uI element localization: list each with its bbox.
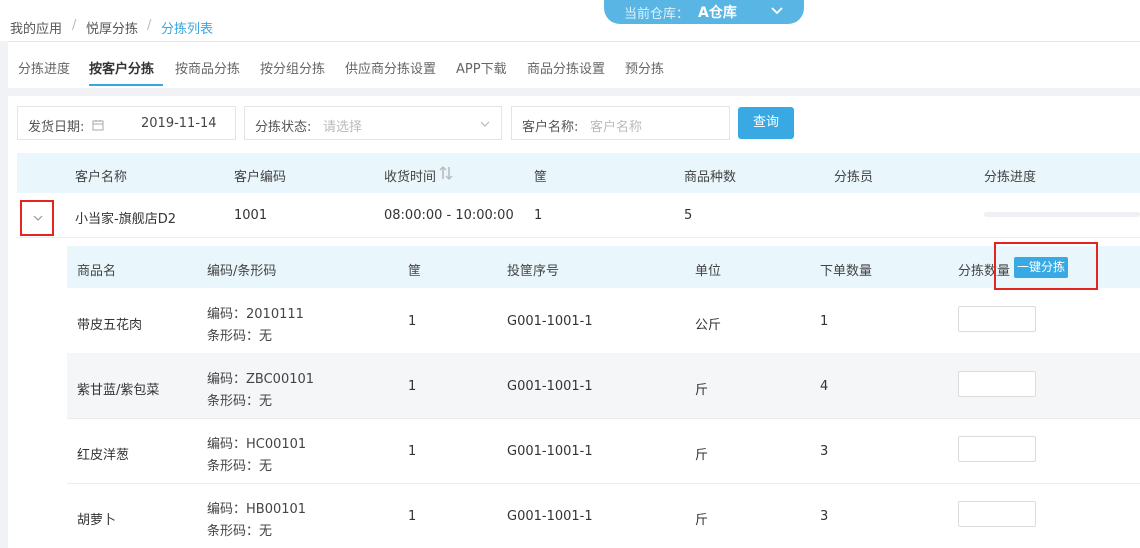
warehouse-label: 当前仓库： bbox=[624, 7, 690, 22]
product-barcode: 条形码：无 bbox=[207, 394, 273, 409]
product-name: 胡萝卜 bbox=[77, 513, 117, 528]
table-row: 紫甘蓝/紫包菜 编码：ZBC00101 条形码：无 1 G001-1001-1 … bbox=[67, 353, 1140, 419]
customer-filter-label: 客户名称: bbox=[522, 120, 579, 135]
product-code: 编码：ZBC00101 bbox=[207, 372, 315, 387]
main-panel: 发货日期: 2019-11-14 分拣状态: 请选择 客户名称: 客户名称 查询… bbox=[8, 96, 1140, 548]
product-barcode: 条形码：无 bbox=[207, 524, 273, 539]
item-unit: 公斤 bbox=[695, 318, 722, 333]
query-button[interactable]: 查询 bbox=[738, 107, 794, 139]
table-row: 带皮五花肉 编码：2010111 条形码：无 1 G001-1001-1 公斤 … bbox=[67, 288, 1140, 354]
product-barcode: 条形码：无 bbox=[207, 459, 273, 474]
order-qty: 1 bbox=[820, 314, 829, 329]
col-code-barcode: 编码/条形码 bbox=[207, 264, 277, 279]
basket-seq: G001-1001-1 bbox=[507, 444, 593, 459]
order-qty: 4 bbox=[820, 379, 829, 394]
active-tab-indicator bbox=[89, 84, 163, 86]
sort-progress-bar bbox=[984, 212, 1140, 217]
item-unit: 斤 bbox=[695, 513, 709, 528]
top-bar: 我的应用 / 悦厚分拣 / 分拣列表 当前仓库： A仓库 bbox=[0, 0, 1140, 41]
customer-name: 小当家-旗舰店D2 bbox=[75, 212, 176, 227]
col-customer-code: 客户编码 bbox=[234, 170, 287, 185]
tab-bar: 分拣进度 按客户分拣 按商品分拣 按分组分拣 供应商分拣设置 APP下载 商品分… bbox=[8, 41, 1140, 88]
breadcrumb-item-my-apps[interactable]: 我的应用 bbox=[10, 18, 62, 37]
tab-product-settings[interactable]: 商品分拣设置 bbox=[527, 58, 605, 77]
sort-qty-input[interactable] bbox=[958, 501, 1036, 527]
date-filter-value: 2019-11-14 bbox=[141, 116, 217, 131]
product-code: 编码：2010111 bbox=[207, 307, 304, 322]
customer-filter-placeholder: 客户名称 bbox=[590, 120, 643, 135]
product-name: 红皮洋葱 bbox=[77, 448, 130, 463]
sort-icon[interactable] bbox=[439, 165, 453, 181]
product-barcode: 条形码：无 bbox=[207, 329, 273, 344]
sort-qty-input[interactable] bbox=[958, 436, 1036, 462]
basket-seq: G001-1001-1 bbox=[507, 509, 593, 524]
calendar-icon bbox=[92, 120, 104, 131]
col-basket: 筐 bbox=[534, 170, 548, 185]
chevron-down-icon bbox=[480, 121, 490, 127]
expand-row-toggle[interactable] bbox=[20, 200, 54, 236]
one-click-highlight-box bbox=[994, 242, 1098, 290]
status-filter-placeholder: 请选择 bbox=[323, 120, 363, 135]
tab-supplier-settings[interactable]: 供应商分拣设置 bbox=[345, 58, 436, 77]
table-row: 胡萝卜 编码：HB00101 条形码：无 1 G001-1001-1 斤 3 bbox=[67, 483, 1140, 548]
basket-count: 1 bbox=[534, 208, 543, 223]
sort-qty-input[interactable] bbox=[958, 371, 1036, 397]
table-row: 红皮洋葱 编码：HC00101 条形码：无 1 G001-1001-1 斤 3 bbox=[67, 418, 1140, 484]
product-code: 编码：HC00101 bbox=[207, 437, 307, 452]
date-filter-label: 发货日期: bbox=[28, 120, 85, 135]
col-receive-time: 收货时间 bbox=[384, 170, 437, 185]
item-basket: 1 bbox=[408, 444, 417, 459]
warehouse-selector[interactable]: 当前仓库： A仓库 bbox=[604, 0, 804, 24]
col-product-kinds: 商品种数 bbox=[684, 170, 737, 185]
breadcrumb-item-sort-list: 分拣列表 bbox=[161, 22, 214, 37]
basket-seq: G001-1001-1 bbox=[507, 379, 593, 394]
status-filter[interactable]: 分拣状态: 请选择 bbox=[244, 106, 502, 140]
breadcrumb-separator: / bbox=[147, 18, 152, 33]
customer-table-header: 客户名称 客户编码 收货时间 筐 商品种数 分拣员 分拣进度 bbox=[17, 153, 1140, 193]
receive-time: 08:00:00 - 10:00:00 bbox=[384, 208, 514, 223]
customer-filter[interactable]: 客户名称: 客户名称 bbox=[511, 106, 730, 140]
tab-pre-sort[interactable]: 预分拣 bbox=[625, 58, 664, 77]
tab-sort-progress[interactable]: 分拣进度 bbox=[18, 58, 70, 77]
col-customer-name: 客户名称 bbox=[75, 170, 128, 185]
chevron-down-icon bbox=[771, 7, 783, 15]
tab-by-product[interactable]: 按商品分拣 bbox=[175, 58, 240, 77]
product-name: 带皮五花肉 bbox=[77, 318, 143, 333]
order-qty: 3 bbox=[820, 509, 829, 524]
col-sort-progress: 分拣进度 bbox=[984, 170, 1037, 185]
chevron-down-icon bbox=[33, 215, 43, 221]
product-name: 紫甘蓝/紫包菜 bbox=[77, 383, 160, 398]
item-basket: 1 bbox=[408, 509, 417, 524]
product-code: 编码：HB00101 bbox=[207, 502, 307, 517]
basket-seq: G001-1001-1 bbox=[507, 314, 593, 329]
warehouse-value: A仓库 bbox=[698, 5, 737, 21]
status-filter-label: 分拣状态: bbox=[255, 120, 312, 135]
breadcrumb-separator: / bbox=[72, 18, 77, 33]
col-product-name: 商品名 bbox=[77, 264, 117, 279]
col-item-basket: 筐 bbox=[408, 264, 422, 279]
item-basket: 1 bbox=[408, 379, 417, 394]
col-order-qty: 下单数量 bbox=[820, 264, 873, 279]
item-basket: 1 bbox=[408, 314, 417, 329]
customer-row[interactable]: 小当家-旗舰店D2 1001 08:00:00 - 10:00:00 1 5 bbox=[17, 193, 1140, 238]
col-sorter: 分拣员 bbox=[834, 170, 874, 185]
product-kinds: 5 bbox=[684, 208, 693, 223]
tab-by-group[interactable]: 按分组分拣 bbox=[260, 58, 325, 77]
customer-code: 1001 bbox=[234, 208, 268, 223]
tab-by-customer[interactable]: 按客户分拣 bbox=[89, 58, 154, 77]
order-qty: 3 bbox=[820, 444, 829, 459]
col-unit: 单位 bbox=[695, 264, 722, 279]
breadcrumb-item-sorting[interactable]: 悦厚分拣 bbox=[86, 18, 138, 37]
date-filter[interactable]: 发货日期: 2019-11-14 bbox=[17, 106, 236, 140]
tab-app-download[interactable]: APP下载 bbox=[456, 58, 507, 77]
item-unit: 斤 bbox=[695, 383, 709, 398]
col-basket-seq: 投筐序号 bbox=[507, 264, 560, 279]
sort-qty-input[interactable] bbox=[958, 306, 1036, 332]
item-table-header: 商品名 编码/条形码 筐 投筐序号 单位 下单数量 分拣数量 一键分拣 bbox=[67, 246, 1140, 288]
item-unit: 斤 bbox=[695, 448, 709, 463]
